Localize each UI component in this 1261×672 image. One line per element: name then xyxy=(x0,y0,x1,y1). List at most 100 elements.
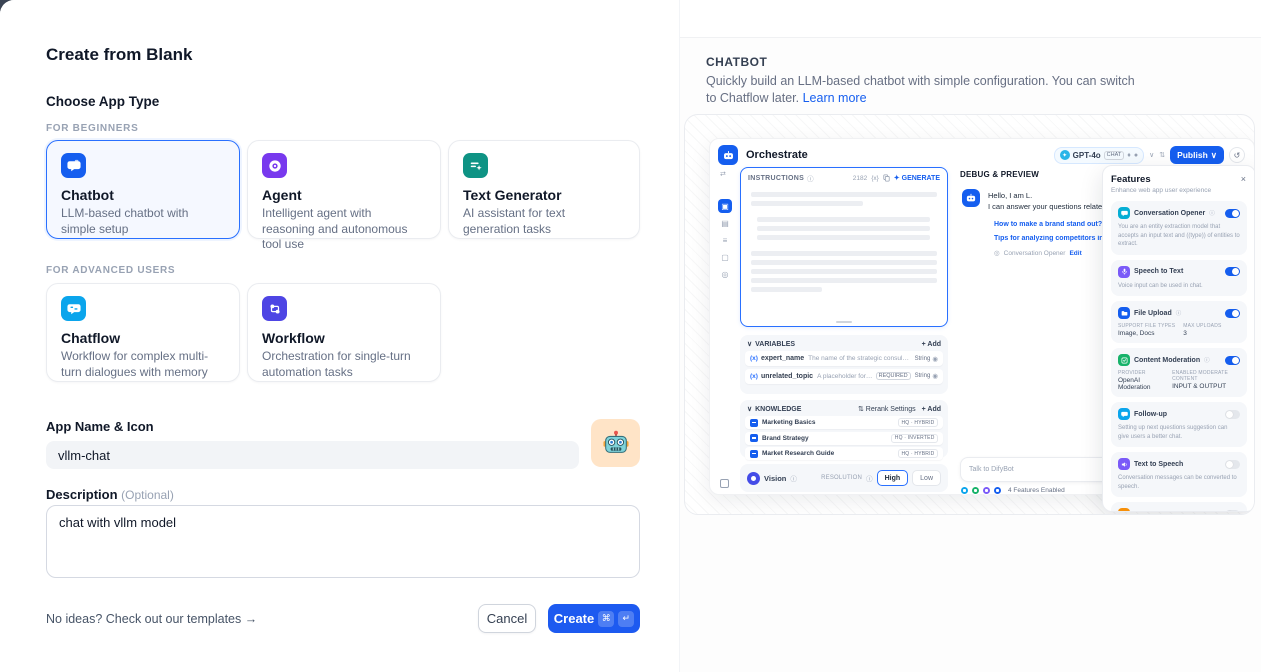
history-icon[interactable]: ↺ xyxy=(1229,147,1245,163)
rail-document-icon[interactable]: ≡ xyxy=(718,233,732,247)
conversation-opener-toggle[interactable] xyxy=(1225,209,1240,218)
skeleton-line xyxy=(751,278,937,283)
feature-content-moderation: Content Moderation ⓘ PROVIDEROpenAI Mode… xyxy=(1111,348,1247,397)
rerank-settings-button[interactable]: ⇅ Rerank Settings xyxy=(858,405,916,413)
suggestion-chip[interactable]: How to make a brand stand out? xyxy=(994,221,1102,228)
speech-to-text-toggle[interactable] xyxy=(1225,267,1240,276)
app-icon-picker[interactable] xyxy=(591,419,640,467)
cancel-button[interactable]: Cancel xyxy=(478,604,536,633)
variable-settings-icon[interactable]: ◉ xyxy=(932,355,938,363)
app-type-name: Chatflow xyxy=(61,330,225,346)
app-type-desc: Intelligent agent with reasoning and aut… xyxy=(262,206,426,253)
variable-icon: (x) xyxy=(750,355,758,362)
enabled-features-row: 4 Features Enabled xyxy=(960,486,1065,495)
knowledge-row[interactable]: Market Research Guide HQ · HYBRID xyxy=(745,447,943,460)
app-type-card-text-generator[interactable]: Text Generator AI assistant for text gen… xyxy=(448,140,640,239)
variable-settings-icon[interactable]: ◉ xyxy=(932,372,938,380)
knowledge-doc-icon xyxy=(750,450,758,458)
feature-text-to-speech: Text to Speech Conversation messages can… xyxy=(1111,452,1247,497)
feature-dot-icon xyxy=(993,486,1002,495)
left-rail: ▣ ▤ ≡ ▢ ◎ xyxy=(718,199,732,281)
right-preview-panel: CHATBOT Quickly build an LLM-based chatb… xyxy=(680,0,1261,672)
create-app-modal: Create from Blank Choose App Type FOR BE… xyxy=(0,0,1261,672)
publish-button[interactable]: Publish∨ xyxy=(1170,146,1224,164)
chevron-down-icon[interactable]: ∨ xyxy=(747,340,752,348)
app-type-card-workflow[interactable]: Workflow Orchestration for single-turn a… xyxy=(247,283,441,382)
command-key-icon: ⌘ xyxy=(598,611,614,627)
feature-dot-icon xyxy=(982,486,991,495)
advanced-cards-row: Chatflow Workflow for complex multi-turn… xyxy=(46,283,441,382)
speech-to-text-icon xyxy=(1118,266,1130,278)
resolution-high-button[interactable]: High xyxy=(877,470,909,486)
preview-heading: CHATBOT xyxy=(706,55,767,69)
templates-link[interactable]: No ideas? Check out our templates → xyxy=(46,612,257,626)
beginners-section-label: FOR BEGINNERS xyxy=(46,123,138,134)
follow-up-toggle[interactable] xyxy=(1225,410,1240,419)
feature-speech-to-text: Speech to Text Voice input can be used i… xyxy=(1111,260,1247,297)
knowledge-row[interactable]: Brand Strategy HQ · INVERTED xyxy=(745,432,943,445)
file-upload-toggle[interactable] xyxy=(1225,309,1240,318)
features-panel: Features × Enhance web app user experien… xyxy=(1102,165,1255,512)
learn-more-link[interactable]: Learn more xyxy=(803,91,867,105)
rail-orchestrate-icon[interactable]: ▣ xyxy=(718,199,732,213)
workflow-icon xyxy=(262,296,287,321)
model-provider-icon: ✦ xyxy=(1060,150,1070,160)
app-avatar-icon xyxy=(718,145,738,165)
feature-citations: Citations and Attributions Show source d… xyxy=(1111,502,1247,512)
edit-opener-link[interactable]: Edit xyxy=(1069,250,1081,257)
variable-row[interactable]: (x) expert_name The name of the strategi… xyxy=(745,351,943,366)
sliders-icon[interactable]: ⇅ xyxy=(1159,151,1165,159)
retrieval-badge: HQ · HYBRID xyxy=(898,418,938,427)
create-button[interactable]: Create ⌘ ↵ xyxy=(548,604,640,633)
chevron-down-icon[interactable]: ∨ xyxy=(1149,151,1154,159)
info-icon: ⓘ xyxy=(790,473,797,483)
text-to-speech-icon xyxy=(1118,458,1130,470)
copy-icon[interactable] xyxy=(883,174,890,182)
bot-message: Hello, I am L. I can answer your questio… xyxy=(988,190,1106,212)
swap-icon[interactable]: ⇄ xyxy=(720,170,726,178)
agent-icon xyxy=(262,153,287,178)
citations-toggle[interactable] xyxy=(1225,510,1240,513)
opener-caption: ◎ Conversation Opener Edit xyxy=(994,249,1082,257)
add-knowledge-button[interactable]: + Add xyxy=(922,406,941,413)
rail-globe-icon[interactable]: ◎ xyxy=(718,267,732,281)
instructions-skeleton xyxy=(741,186,947,302)
add-variable-button[interactable]: + Add xyxy=(922,341,941,348)
chevron-down-icon: ∨ xyxy=(1211,150,1217,161)
skeleton-line xyxy=(751,269,937,274)
description-textarea[interactable]: chat with vllm model xyxy=(46,505,640,578)
orchestrate-title: Orchestrate xyxy=(746,149,808,161)
skeleton-line xyxy=(751,192,937,197)
chatbot-icon xyxy=(61,153,86,178)
close-icon[interactable]: × xyxy=(1241,174,1246,184)
chevron-down-icon[interactable]: ∨ xyxy=(747,405,752,413)
text-to-speech-toggle[interactable] xyxy=(1225,460,1240,469)
app-type-card-chatbot[interactable]: Chatbot LLM-based chatbot with simple se… xyxy=(46,140,240,239)
choose-app-type-label: Choose App Type xyxy=(46,94,159,109)
app-type-card-chatflow[interactable]: Chatflow Workflow for complex multi-turn… xyxy=(46,283,240,382)
variable-icon: (x) xyxy=(750,373,758,380)
content-moderation-icon xyxy=(1118,354,1130,366)
chatflow-icon xyxy=(61,296,86,321)
variable-row[interactable]: (x) unrelated_topic A placeholder for to… xyxy=(745,369,943,384)
app-name-input[interactable] xyxy=(46,441,579,469)
model-selector[interactable]: ✦ GPT-4o CHAT ♦ ● xyxy=(1054,147,1144,164)
app-type-desc: LLM-based chatbot with simple setup xyxy=(61,206,225,237)
knowledge-row[interactable]: Marketing Basics HQ · HYBRID xyxy=(745,416,943,429)
app-type-name: Text Generator xyxy=(463,187,625,203)
advanced-section-label: FOR ADVANCED USERS xyxy=(46,265,175,276)
rail-image-icon[interactable]: ▤ xyxy=(718,216,732,230)
resolution-low-button[interactable]: Low xyxy=(912,470,941,486)
mic-mini-icon: ♦ xyxy=(1127,152,1131,159)
resize-handle[interactable] xyxy=(836,321,852,323)
app-type-card-agent[interactable]: Agent Intelligent agent with reasoning a… xyxy=(247,140,441,239)
generate-button[interactable]: ✦ GENERATE xyxy=(894,174,940,182)
variable-insert-icon[interactable]: {x} xyxy=(871,175,879,182)
enter-key-icon: ↵ xyxy=(618,611,634,627)
vision-eye-icon xyxy=(747,472,760,485)
content-moderation-toggle[interactable] xyxy=(1225,356,1240,365)
arrow-right-icon: → xyxy=(245,612,258,626)
rail-bottom-icon[interactable] xyxy=(720,479,729,488)
suggestion-chip[interactable]: Tips for analyzing competitors in market xyxy=(994,235,1106,242)
rail-notes-icon[interactable]: ▢ xyxy=(718,250,732,264)
